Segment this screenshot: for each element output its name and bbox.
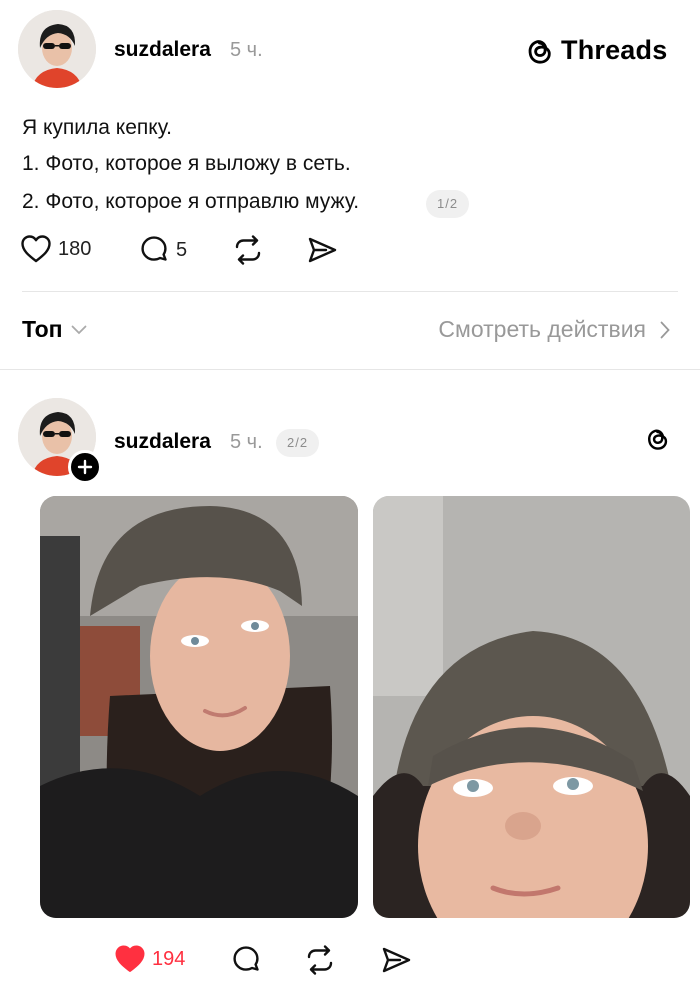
post-text-line-1: Я купила кепку. (22, 116, 172, 139)
repost-icon (307, 945, 333, 975)
repost-button[interactable] (304, 944, 336, 976)
threads-app-button[interactable] (644, 424, 670, 457)
threads-brand[interactable]: Threads (524, 32, 667, 68)
section-divider (0, 369, 700, 370)
reply-button[interactable] (230, 944, 262, 976)
avatar[interactable] (18, 10, 96, 88)
share-button[interactable] (306, 234, 338, 266)
post-photo-1[interactable] (40, 496, 358, 918)
page-indicator: 1/2 (426, 190, 470, 218)
sort-label: Топ (22, 316, 63, 342)
like-count: 194 (152, 947, 186, 970)
divider (22, 291, 678, 292)
like-button[interactable]: 194 (114, 944, 185, 974)
chevron-down-icon (71, 325, 86, 334)
repost-button[interactable] (232, 234, 264, 266)
view-activity-link[interactable]: Смотреть действия (438, 316, 670, 343)
avatar-image (18, 10, 96, 88)
username[interactable]: suzdalera (114, 38, 211, 62)
chevron-right-icon (660, 321, 670, 338)
threads-logo-icon (528, 40, 551, 64)
post-text-line-2: 1. Фото, которое я выложу в сеть. (22, 152, 351, 175)
heart-icon (21, 235, 51, 263)
heart-icon (115, 945, 145, 972)
threads-wordmark: Threads (561, 34, 668, 65)
reply-button[interactable]: 5 (138, 234, 187, 266)
share-button[interactable] (380, 944, 412, 976)
share-icon (382, 947, 411, 973)
share-icon (308, 237, 337, 263)
view-activity-label: Смотреть действия (438, 316, 646, 342)
selfie-photo (373, 496, 690, 918)
sort-dropdown[interactable]: Топ (22, 316, 87, 343)
post-photo-2[interactable] (373, 496, 690, 918)
reply-icon (233, 946, 259, 971)
username[interactable]: suzdalera (114, 430, 211, 454)
follow-button[interactable] (68, 450, 102, 484)
reply-count: 5 (176, 238, 188, 261)
plus-icon (77, 459, 93, 475)
post-time: 5 ч. (230, 431, 263, 453)
like-count: 180 (58, 237, 92, 260)
like-button[interactable]: 180 (20, 234, 91, 264)
page-indicator: 2/2 (276, 429, 320, 457)
threads-logo-icon (648, 429, 668, 450)
post-time: 5 ч. (230, 39, 263, 61)
repost-icon (235, 235, 261, 265)
reply-icon (141, 236, 167, 261)
selfie-photo (40, 496, 358, 918)
post-text-line-3: 2. Фото, которое я отправлю мужу. (22, 190, 360, 213)
